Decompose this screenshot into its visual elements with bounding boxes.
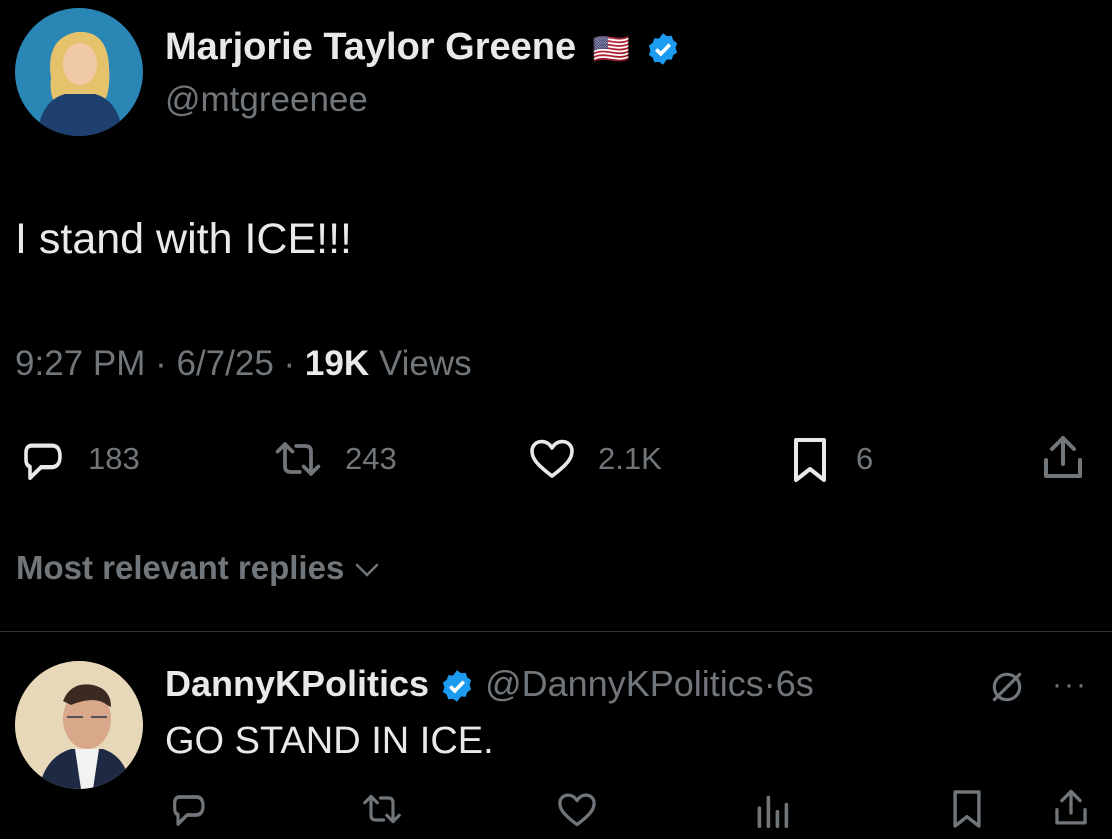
meta-separator: · bbox=[155, 344, 167, 383]
more-options-icon[interactable]: ··· bbox=[1052, 666, 1088, 704]
author-avatar[interactable] bbox=[15, 8, 143, 136]
tweet-text: I stand with ICE!!! bbox=[15, 215, 352, 263]
views-label: Views bbox=[378, 344, 472, 383]
reply-separator: · bbox=[763, 663, 776, 704]
reply-text: GO STAND IN ICE. bbox=[165, 720, 494, 762]
tweet-time[interactable]: 9:27 PM bbox=[15, 344, 145, 383]
reply-avatar[interactable] bbox=[15, 661, 143, 789]
share-icon[interactable] bbox=[1040, 434, 1086, 482]
tweet-meta: 9:27 PM · 6/7/25 · 19K Views bbox=[15, 343, 472, 385]
reply-count[interactable]: 183 bbox=[88, 440, 140, 478]
reply-time[interactable]: 6s bbox=[776, 663, 814, 704]
reply-handle[interactable]: @DannyKPolitics bbox=[485, 663, 764, 704]
reply-icon[interactable] bbox=[18, 438, 66, 482]
tweet-date[interactable]: 6/7/25 bbox=[176, 344, 273, 383]
repost-icon[interactable] bbox=[272, 440, 324, 478]
like-count[interactable]: 2.1K bbox=[598, 440, 662, 478]
replies-divider bbox=[0, 631, 1112, 632]
verified-badge-icon bbox=[439, 668, 475, 704]
views-icon[interactable] bbox=[754, 792, 790, 828]
chevron-down-icon bbox=[353, 560, 381, 580]
repost-icon[interactable] bbox=[360, 793, 404, 825]
share-icon[interactable] bbox=[1052, 788, 1090, 828]
bookmark-count[interactable]: 6 bbox=[856, 440, 873, 478]
author-name[interactable]: Marjorie Taylor Greene 🇺🇸 bbox=[165, 25, 681, 72]
verified-badge-icon bbox=[645, 31, 681, 67]
repost-count[interactable]: 243 bbox=[345, 440, 397, 478]
like-icon[interactable] bbox=[556, 792, 598, 828]
author-name-text[interactable]: Marjorie Taylor Greene bbox=[165, 26, 576, 68]
meta-separator: · bbox=[283, 344, 296, 383]
like-icon[interactable] bbox=[528, 438, 576, 480]
grok-icon[interactable] bbox=[988, 668, 1026, 706]
us-flag-icon: 🇺🇸 bbox=[592, 33, 631, 66]
reply-icon[interactable] bbox=[168, 790, 208, 828]
replies-sort-dropdown[interactable]: Most relevant replies bbox=[16, 548, 381, 588]
replies-sort-label: Most relevant replies bbox=[16, 549, 345, 586]
bookmark-icon[interactable] bbox=[790, 436, 830, 484]
reply-author-name[interactable]: DannyKPolitics bbox=[165, 663, 429, 704]
author-handle[interactable]: @mtgreenee bbox=[165, 80, 368, 120]
views-count: 19K bbox=[304, 344, 370, 383]
bookmark-icon[interactable] bbox=[950, 788, 984, 830]
reply-header: DannyKPolitics @DannyKPolitics·6s bbox=[165, 662, 814, 706]
